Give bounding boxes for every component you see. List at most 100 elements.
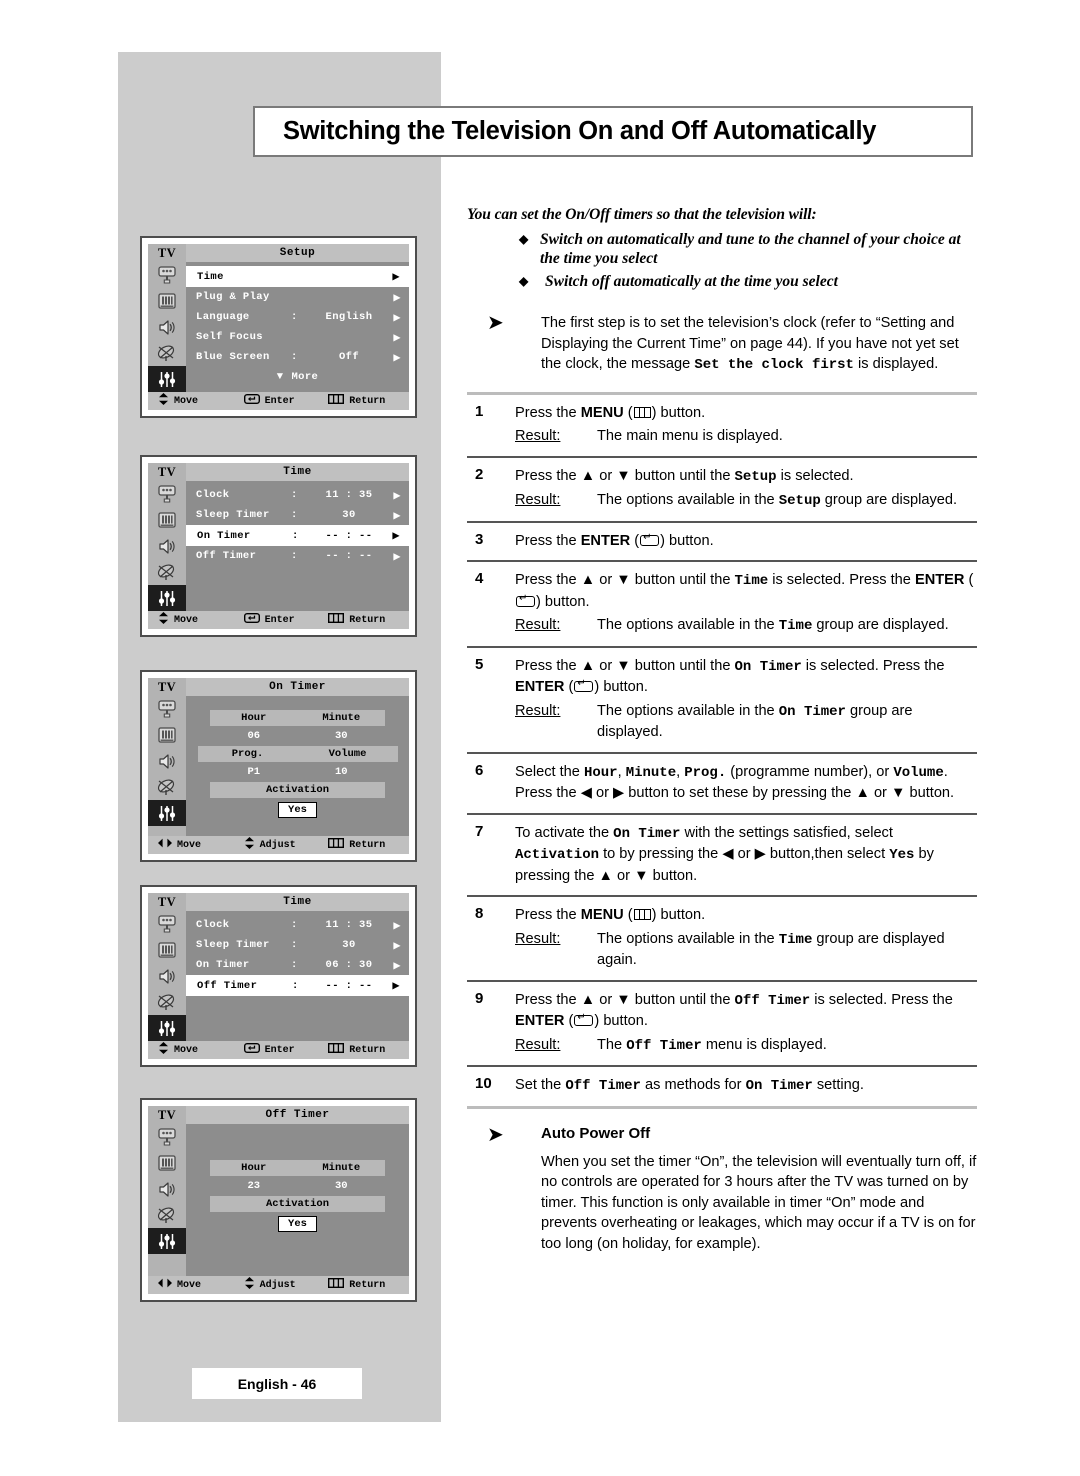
step-button-name: MENU [581,405,624,421]
step-number: 10 [467,1075,515,1097]
osd-menu-row[interactable]: Plug & Play▶ [186,287,409,307]
result-text: The options available in the [597,617,779,633]
osd-menu-row[interactable]: Sleep Timer:30▶ [186,935,409,955]
step-row: 6Select the Hour, Minute, Prog. (program… [467,754,977,813]
intro-bullet-text: Switch off automatically at the time you… [545,272,838,291]
step-body: Press the ENTER () button. [515,531,977,552]
osd-tv-label: TV [148,244,186,262]
osd-footer-hint: Return [328,613,403,627]
osd-rail-icon-4 [148,585,186,611]
step-result: Result:The options available in the Time… [515,929,977,971]
note-mono: Set the clock first [694,357,854,373]
leftright-icon [158,838,172,852]
osd-grid-value: 23 [210,1180,298,1192]
osd-footer-label: Return [349,1280,385,1291]
menu-icon [634,407,651,418]
osd-tv-label: TV [148,678,186,696]
chevron-right-icon: ▶ [385,549,401,564]
enter-icon [244,613,260,627]
osd-menu-row[interactable]: Language:English▶ [186,307,409,327]
osd-rail-icon-0 [148,911,186,937]
result-label: Result: [515,490,597,512]
right-column: You can set the On/Off timers so that th… [467,206,977,1254]
osd-menu-row[interactable]: Off Timer:-- : --▶ [186,975,409,996]
step-text: setting. [813,1077,864,1093]
menu-icon [634,909,651,920]
osd-row-label: Language [196,311,291,323]
osd-row-value: -- : -- [314,980,384,992]
step-text: button. [665,533,714,549]
intro-note-text: The first step is to set the television’… [541,313,977,376]
osd-footer-label: Move [174,1045,198,1056]
manual-page: Switching the Television On and Off Auto… [0,0,1080,1476]
osd-menu-row[interactable]: Off Timer:-- : --▶ [186,546,409,566]
osd-footer-label: Return [349,615,385,626]
step-text: with the settings satisfied, select [680,825,893,841]
result-mono-term: Setup [779,493,821,509]
osd-row-label: Blue Screen [196,351,291,363]
osd-footer-hint: Move [154,1042,244,1058]
updown-icon [158,612,169,628]
osd-menu-row[interactable]: Sleep Timer:30▶ [186,505,409,525]
osd-footer-hint: Move [154,612,244,628]
step-mono-term: Activation [515,847,599,863]
osd-grid-values[interactable]: 0630 [210,726,385,746]
osd-menu-row[interactable]: On Timer:06 : 30▶ [186,955,409,975]
osd-more-row[interactable]: ▼More [186,367,409,387]
osd-grid-values[interactable]: P110 [210,762,385,782]
osd-rail-icon-2 [148,533,186,559]
chevron-right-icon: ▶ [385,310,401,325]
osd-grid-values[interactable]: 2330 [210,1176,385,1196]
result-text: The options available in the [597,931,779,947]
step-mono-term: Time [735,573,769,589]
osd-row-label: Sleep Timer [196,939,291,951]
result-text: The options available in the [597,492,779,508]
osd-activation-value[interactable]: Yes [278,802,317,818]
osd-panel: TVTimeClock:11 : 35▶Sleep Timer:30▶On Ti… [140,455,417,637]
step-text: , [676,764,684,780]
osd-title: On Timer [186,678,409,696]
osd-row-value: English [313,311,385,323]
note-post: is displayed. [854,356,938,372]
step-mono-term: Prog. [684,765,726,781]
enter-icon [516,596,535,607]
osd-panel: TVOn TimerHourMinute0630Prog.VolumeP110A… [140,670,417,862]
osd-content: HourMinute2330ActivationYes [186,1124,409,1276]
osd-grid-header: HourMinute [210,710,385,726]
osd-menu-row[interactable]: Self Focus▶ [186,327,409,347]
osd-footer-hint: Return [328,838,403,852]
osd-menu-row[interactable]: Clock:11 : 35▶ [186,915,409,935]
osd-row-value: 11 : 35 [313,489,385,501]
osd-title: Time [186,893,409,911]
enter-icon [574,681,593,692]
osd-rail-icon-1 [148,1150,186,1176]
step-text: To activate the [515,825,613,841]
osd-content: Time▶Plug & Play▶Language:English▶Self F… [186,262,409,392]
step-body: Press the ▲ or ▼ button until the Setup … [515,466,977,512]
page-title: Switching the Television On and Off Auto… [255,117,876,146]
chevron-down-icon: ▼ [277,371,284,383]
osd-menu-row[interactable]: On Timer:-- : --▶ [186,525,409,546]
osd-grid-header-cell: Minute [298,712,386,724]
step-number: 1 [467,403,515,447]
osd-row-colon: : [291,550,313,562]
osd-menu-row[interactable]: Blue Screen:Off▶ [186,347,409,367]
step-text: Press the ▲ or ▼ button until the [515,658,735,674]
osd-row-colon: : [292,980,314,992]
osd-footer-label: Move [174,615,198,626]
osd-menu-row[interactable]: Time▶ [186,266,409,287]
osd-panel: TVOff TimerHourMinute2330ActivationYesMo… [140,1098,417,1302]
step-button-name: ENTER [915,572,964,588]
result-label: Result: [515,615,597,637]
osd-row-spacer [186,586,409,606]
updown-icon [244,1277,255,1293]
page-footer-tag: English - 46 [192,1368,362,1399]
osd-row-colon: : [291,311,313,323]
result-text: group are displayed. [821,492,957,508]
osd-activation-value[interactable]: Yes [278,1216,317,1232]
osd-menu-row[interactable]: Clock:11 : 35▶ [186,485,409,505]
auto-power-off-section: ➤ Auto Power Off When you set the timer … [467,1125,977,1255]
osd-footer-label: Enter [265,1045,295,1056]
step-text: to by pressing the ◀ or ▶ button,then se… [599,846,889,862]
osd-footer-label: Move [177,1280,201,1291]
